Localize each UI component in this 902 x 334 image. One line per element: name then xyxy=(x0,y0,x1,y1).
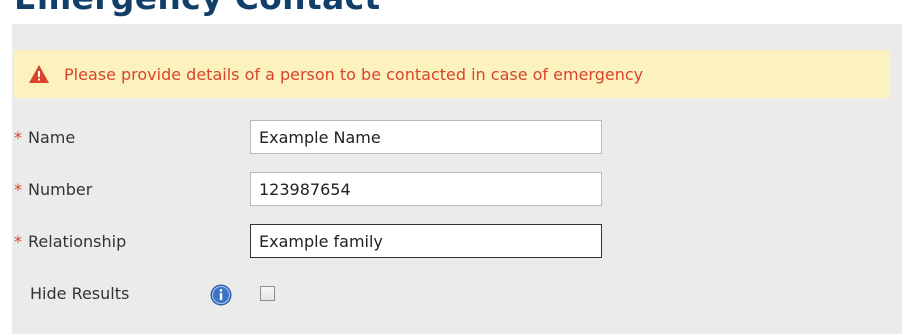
required-marker: * xyxy=(14,180,22,199)
required-marker: * xyxy=(14,232,22,251)
form-panel: Please provide details of a person to be… xyxy=(12,24,902,334)
name-label: * Name xyxy=(14,128,75,147)
number-row: * Number xyxy=(14,170,890,210)
name-label-text: Name xyxy=(28,128,76,147)
section-title: Emergency Contact xyxy=(14,0,381,17)
number-input[interactable] xyxy=(250,172,602,206)
alert-message: Please provide details of a person to be… xyxy=(64,64,644,84)
number-label: * Number xyxy=(14,180,92,199)
name-row: * Name xyxy=(14,118,890,158)
hide-results-label: Hide Results xyxy=(30,284,130,303)
relationship-row: * Relationship xyxy=(14,222,890,262)
required-marker: * xyxy=(14,128,22,147)
relationship-label: * Relationship xyxy=(14,232,126,251)
section-header: Emergency Contact xyxy=(0,0,902,22)
hide-results-row: Hide Results xyxy=(14,274,890,314)
info-icon[interactable] xyxy=(210,284,232,306)
hide-results-checkbox[interactable] xyxy=(260,286,275,301)
name-input[interactable] xyxy=(250,120,602,154)
relationship-label-text: Relationship xyxy=(28,232,127,251)
emergency-contact-page: Emergency Contact Please provide details… xyxy=(0,0,902,334)
number-label-text: Number xyxy=(28,180,93,199)
warning-alert: Please provide details of a person to be… xyxy=(14,50,890,98)
warning-icon xyxy=(29,65,49,83)
relationship-input[interactable] xyxy=(250,224,602,258)
